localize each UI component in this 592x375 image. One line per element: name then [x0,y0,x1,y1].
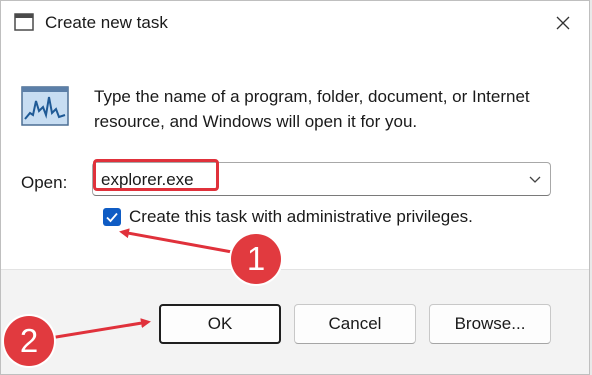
task-manager-icon [21,86,69,126]
ok-button[interactable]: OK [159,304,281,344]
cancel-button[interactable]: Cancel [294,304,416,344]
description-text: Type the name of a program, folder, docu… [94,87,530,131]
title-bar: Create new task [1,1,589,47]
checkmark-icon [106,212,118,223]
create-new-task-dialog: Create new task Type the name of a progr… [0,0,590,375]
step-badge-1: 1 [231,234,281,284]
window-title: Create new task [45,13,168,32]
browse-button[interactable]: Browse... [429,304,551,344]
close-button[interactable] [541,3,585,43]
run-dialog-icon [14,13,34,31]
admin-checkbox[interactable] [103,208,121,226]
close-icon [556,16,570,30]
open-label: Open: [21,173,68,192]
step-badge-2: 2 [4,316,54,366]
input-highlight-annotation [93,159,219,191]
admin-checkbox-label[interactable]: Create this task with administrative pri… [129,207,473,227]
chevron-down-icon[interactable] [528,172,542,186]
